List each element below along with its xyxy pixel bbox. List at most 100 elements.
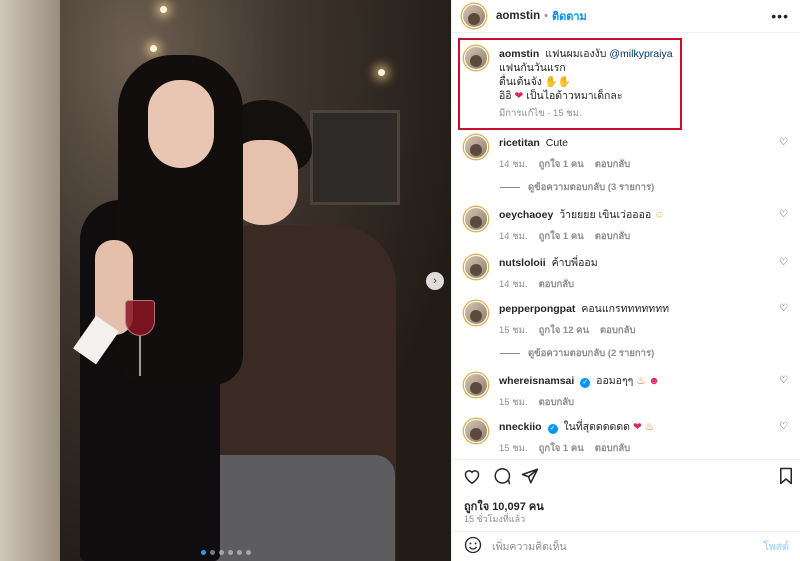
carousel-indicator <box>0 550 451 555</box>
comment-likes[interactable]: ถูกใจ 12 คน <box>539 324 589 338</box>
comment-row: pepperpongpat คอนแกรททททททท 15 ชม. ถูกใจ… <box>464 301 794 338</box>
comment-avatar[interactable] <box>464 419 488 443</box>
view-replies-label: ดูข้อความตอบกลับ (3 รายการ) <box>528 182 655 193</box>
reply-button[interactable]: ตอบกลับ <box>595 230 631 244</box>
follow-button[interactable]: ติดตาม <box>552 7 587 25</box>
comment-likes[interactable]: ถูกใจ 1 คน <box>539 158 584 172</box>
caption-line: แฟนกันวันแรก <box>499 62 566 74</box>
comment-text: Cute <box>545 137 568 149</box>
carousel-dot <box>227 550 233 555</box>
heart-eyes-emoji-icon: ☻ <box>648 375 660 387</box>
comment-username[interactable]: ricetitan <box>499 137 540 149</box>
photo-light <box>160 6 167 13</box>
caption-line: อิอิ <box>499 90 512 102</box>
comment-avatar[interactable] <box>464 373 488 397</box>
post-actions: ถูกใจ 10,097 คน 15 ชั่วโมงที่แล้ว <box>452 459 800 529</box>
fire-emoji-icon: ♨ <box>644 421 655 433</box>
view-replies-button[interactable]: ดูข้อความตอบกลับ (3 รายการ) <box>500 180 654 195</box>
caption-text: แฟนผมเองงับ <box>545 48 607 60</box>
comment-time: 14 ชม. <box>499 231 528 242</box>
caption-username[interactable]: aomstin <box>499 48 539 60</box>
author-avatar[interactable] <box>462 4 486 28</box>
post-photo[interactable] <box>0 0 451 561</box>
verified-badge-icon: ✓ <box>547 424 558 434</box>
comment-text: ว้ายยยย เขินเว่ออออ <box>559 209 652 221</box>
comment-username[interactable]: nutsloloii <box>499 257 546 269</box>
caption-mention[interactable]: @milkypraiya <box>609 48 672 60</box>
comment-avatar[interactable] <box>464 135 488 159</box>
heart-emoji-icon: ❤ <box>514 90 524 102</box>
reply-button[interactable]: ตอบกลับ <box>539 278 575 292</box>
comment-text: ในที่สุดดดดดด <box>563 421 631 433</box>
comment-text: คอนแกรททททททท <box>581 303 670 315</box>
comment-likes[interactable]: ถูกใจ 1 คน <box>539 442 584 456</box>
comment-time: 15 ชม. <box>499 397 528 408</box>
comment-like-heart-icon[interactable]: ♡ <box>779 137 788 148</box>
comment-time: 15 ชม. <box>499 325 528 336</box>
comment-row: nneckiio ✓ ในที่สุดดดดดด ❤ ♨ 15 ชม. ถูกใ… <box>464 419 794 456</box>
post-header: aomstin • ติดตาม ••• <box>452 0 800 33</box>
comment-input[interactable]: เพิ่มความคิดเห็น <box>492 538 763 555</box>
comment-like-heart-icon[interactable]: ♡ <box>779 375 788 386</box>
more-options-icon[interactable]: ••• <box>771 8 789 24</box>
caption-line: เป็นไอต้าวหมาเด็กละ <box>526 90 623 102</box>
reply-button[interactable]: ตอบกลับ <box>595 158 631 172</box>
share-paper-plane-icon[interactable] <box>520 466 540 486</box>
photo-woman-face <box>148 80 214 168</box>
fire-emoji-icon: ♨ <box>636 375 646 387</box>
comment-bubble-icon[interactable] <box>492 466 512 486</box>
reply-button[interactable]: ตอบกลับ <box>600 324 636 338</box>
chevron-right-icon: › <box>433 275 437 287</box>
carousel-dot <box>200 550 206 555</box>
comment-like-heart-icon[interactable]: ♡ <box>779 421 788 432</box>
comment-time: 14 ชม. <box>499 279 528 290</box>
carousel-next-button[interactable]: › <box>426 272 444 290</box>
comment-like-heart-icon[interactable]: ♡ <box>779 257 788 268</box>
save-bookmark-icon[interactable] <box>776 466 796 486</box>
comment-avatar[interactable] <box>464 255 488 279</box>
like-heart-icon[interactable] <box>462 466 482 486</box>
caption-avatar[interactable] <box>464 46 488 70</box>
comment-time: 14 ชม. <box>499 159 528 170</box>
comment-username[interactable]: whereisnamsai <box>499 375 574 387</box>
add-comment-bar: เพิ่มความคิดเห็น โพสต์ <box>452 531 800 561</box>
photo-wine-glass <box>120 300 160 380</box>
post-comment-button[interactable]: โพสต์ <box>763 538 789 555</box>
caption-meta: มีการแก้ไข · 15 ชม. <box>499 108 582 119</box>
caption-line: ตื่นเต้นจัง <box>499 76 542 88</box>
carousel-dot <box>218 550 224 555</box>
photo-wall <box>0 0 60 561</box>
comment-username[interactable]: pepperpongpat <box>499 303 575 315</box>
comment-row: ricetitan Cute 14 ชม. ถูกใจ 1 คน ตอบกลับ… <box>464 135 794 172</box>
view-replies-button[interactable]: ดูข้อความตอบกลับ (2 รายการ) <box>500 346 654 361</box>
comment-row: oeychaoey ว้ายยยย เขินเว่ออออ ☺ 14 ชม. ถ… <box>464 207 794 244</box>
comment-text: ออมอๆๆ <box>596 375 634 387</box>
carousel-dot <box>236 550 242 555</box>
comment-like-heart-icon[interactable]: ♡ <box>779 209 788 220</box>
smile-emoji-icon: ☺ <box>654 209 665 221</box>
comment-text: ค้าบพี่ออม <box>551 257 598 269</box>
carousel-dot <box>245 550 251 555</box>
comment-username[interactable]: oeychaoey <box>499 209 553 221</box>
comment-row: whereisnamsai ✓ ออมอๆๆ ♨ ☻ 15 ชม. ตอบกลั… <box>464 373 794 410</box>
post-timestamp: 15 ชั่วโมงที่แล้ว <box>464 514 526 524</box>
caption: aomstin แฟนผมเองงับ @milkypraiya แฟนกันว… <box>464 46 794 121</box>
post-side-panel: aomstin • ติดตาม ••• aomstin แฟนผมเองงับ… <box>451 0 800 561</box>
comment-avatar[interactable] <box>464 207 488 231</box>
reply-button[interactable]: ตอบกลับ <box>595 442 631 456</box>
comments-list[interactable]: aomstin แฟนผมเองงับ @milkypraiya แฟนกันว… <box>452 34 800 459</box>
heart-emoji-icon: ❤ <box>632 421 642 433</box>
photo-window <box>310 110 400 205</box>
reply-button[interactable]: ตอบกลับ <box>539 396 575 410</box>
comment-row: nutsloloii ค้าบพี่ออม 14 ชม. ตอบกลับ ♡ <box>464 255 794 292</box>
hand-emoji-icon: ✋✋ <box>544 76 571 88</box>
emoji-picker-icon[interactable] <box>464 536 482 557</box>
comment-avatar[interactable] <box>464 301 488 325</box>
comment-like-heart-icon[interactable]: ♡ <box>779 303 788 314</box>
comment-likes[interactable]: ถูกใจ 1 คน <box>539 230 584 244</box>
header-separator: • <box>544 10 548 22</box>
photo-light <box>150 45 157 52</box>
comment-time: 15 ชม. <box>499 443 528 454</box>
author-username[interactable]: aomstin <box>496 10 540 22</box>
comment-username[interactable]: nneckiio <box>499 421 542 433</box>
